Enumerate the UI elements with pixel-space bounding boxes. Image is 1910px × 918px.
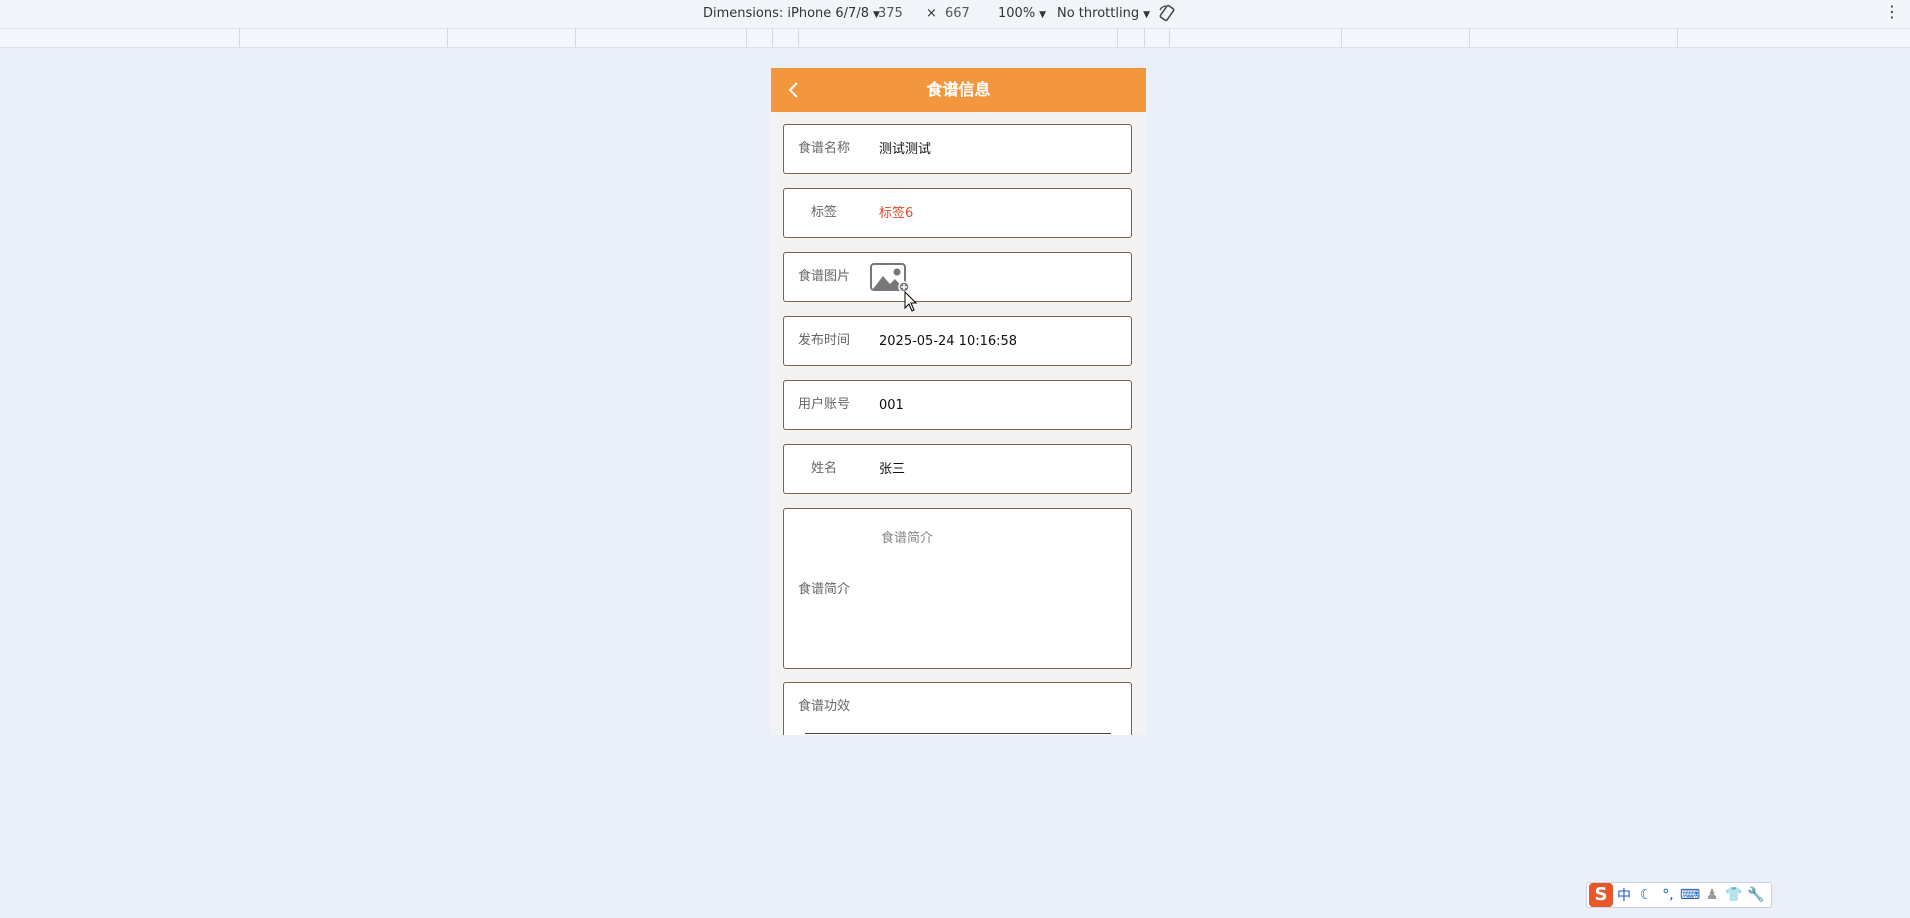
field-label: 食谱功效 [797, 699, 850, 714]
nav-bar: 食谱信息 [771, 68, 1146, 112]
ruler-divider[interactable] [575, 29, 576, 47]
ime-toolbar: S 中 ☾ °, ⌨ ♟ 👕 🔧 [1586, 882, 1772, 908]
field-label: 发布时间 [797, 333, 850, 348]
account-field[interactable]: 001 [879, 381, 904, 431]
chevron-down-icon: ▼ [1143, 10, 1150, 20]
form-row-fullname: 姓名 张三 [783, 444, 1132, 494]
throttling-label: No throttling [1057, 6, 1140, 21]
moon-icon[interactable]: ☾ [1635, 887, 1657, 903]
device-viewport: 食谱信息 食谱名称 测试测试 标签 标签6 食谱图片 发布时间 2025-05-… [771, 68, 1146, 735]
device-select[interactable]: Dimensions: iPhone 6/7/8 ▼ [703, 6, 880, 21]
mouse-cursor-icon [904, 291, 918, 312]
wrench-icon[interactable]: 🔧 [1745, 887, 1767, 903]
devtools-toolbar: Dimensions: iPhone 6/7/8 ▼ 375 × 667 100%… [0, 0, 1910, 29]
form-row-intro: 食谱简介 食谱简介 [783, 508, 1132, 669]
height-input[interactable]: 667 [945, 6, 970, 21]
intro-textarea[interactable]: 食谱简介 [881, 527, 933, 546]
field-label: 姓名 [810, 461, 837, 476]
recipe-name-field[interactable]: 测试测试 [879, 125, 931, 175]
skin-icon[interactable]: 👕 [1723, 887, 1745, 903]
rotate-icon[interactable] [1158, 4, 1176, 26]
punctuation-icon[interactable]: °, [1657, 887, 1679, 903]
form-row-effect: 食谱功效 [783, 682, 1132, 735]
zoom-label: 100% [998, 6, 1036, 21]
field-label: 食谱名称 [797, 141, 850, 156]
fullname-field[interactable]: 张三 [879, 445, 905, 495]
effect-editor[interactable] [805, 733, 1111, 735]
ime-logo[interactable]: S [1589, 883, 1613, 907]
more-options-icon[interactable]: ⋮ [1884, 4, 1900, 20]
ruler-divider[interactable] [1341, 29, 1342, 47]
ruler-divider[interactable] [1469, 29, 1470, 47]
field-label: 食谱简介 [797, 582, 850, 597]
chevron-down-icon: ▼ [1039, 10, 1047, 20]
recipe-form: 食谱名称 测试测试 标签 标签6 食谱图片 发布时间 2025-05-24 10… [771, 112, 1146, 735]
ruler-divider[interactable] [447, 29, 448, 47]
media-query-ruler [0, 29, 1910, 48]
publish-time-field[interactable]: 2025-05-24 10:16:58 [879, 317, 1017, 367]
ruler-divider[interactable] [1117, 29, 1118, 47]
ime-language-toggle[interactable]: 中 [1613, 885, 1635, 905]
width-input[interactable]: 375 [878, 6, 903, 21]
times-sign: × [926, 6, 937, 21]
device-label: Dimensions: iPhone 6/7/8 [703, 6, 869, 21]
tag-field[interactable]: 标签6 [879, 189, 913, 239]
field-label: 标签 [810, 205, 837, 220]
ruler-divider[interactable] [239, 29, 240, 47]
form-row-publish-time: 发布时间 2025-05-24 10:16:58 [783, 316, 1132, 366]
form-row-account: 用户账号 001 [783, 380, 1132, 430]
image-upload-icon[interactable] [870, 263, 910, 293]
keyboard-icon[interactable]: ⌨ [1679, 887, 1701, 903]
zoom-select[interactable]: 100% ▼ [998, 6, 1046, 21]
throttling-select[interactable]: No throttling ▼ [1057, 6, 1150, 21]
page-title: 食谱信息 [926, 80, 991, 99]
form-row-tag: 标签 标签6 [783, 188, 1132, 238]
ruler-divider[interactable] [746, 29, 747, 47]
field-label: 用户账号 [797, 397, 850, 412]
ruler-divider[interactable] [1677, 29, 1678, 47]
ruler-divider[interactable] [1169, 29, 1170, 47]
ruler-divider[interactable] [798, 29, 799, 47]
user-icon[interactable]: ♟ [1701, 887, 1723, 903]
form-row-name: 食谱名称 测试测试 [783, 124, 1132, 174]
form-row-image: 食谱图片 [783, 252, 1132, 302]
field-label: 食谱图片 [797, 269, 850, 284]
ruler-divider[interactable] [772, 29, 773, 47]
ruler-divider[interactable] [1144, 29, 1145, 47]
